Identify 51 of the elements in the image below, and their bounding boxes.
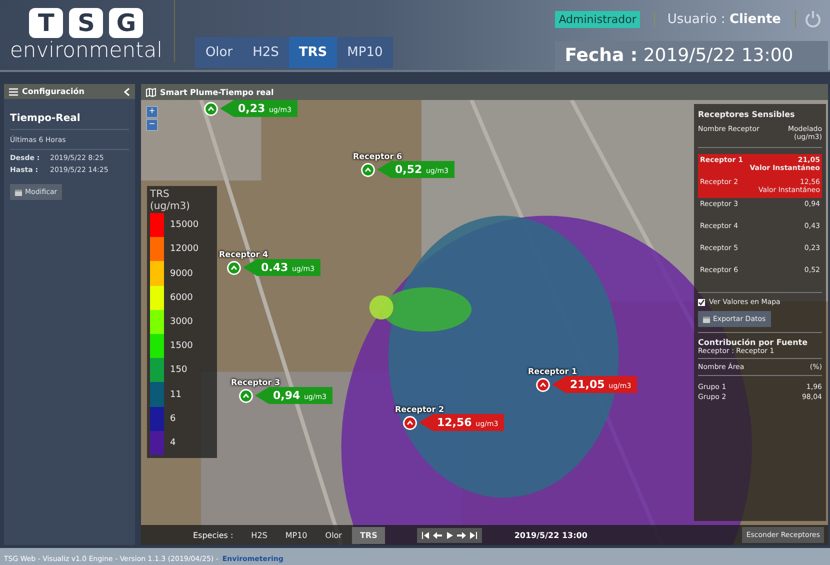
logo-letter: T xyxy=(29,8,64,38)
logo-wordmark: environmental xyxy=(10,40,162,61)
sidebar-title: Configuración xyxy=(22,87,86,96)
mode-title: Tiempo-Real xyxy=(10,107,129,130)
receptor-label: Receptor 2 xyxy=(395,405,446,414)
step-back-icon[interactable] xyxy=(433,530,442,540)
logo-letter: G xyxy=(109,8,144,38)
legend-label: 15000 xyxy=(170,220,199,230)
zoom-out-button[interactable]: − xyxy=(146,119,158,131)
legend-label: 4 xyxy=(170,438,176,448)
play-icon[interactable] xyxy=(445,530,454,540)
species-label: Especies : xyxy=(193,530,234,540)
receptor-label: Receptor 4 xyxy=(219,250,270,259)
species-tab[interactable]: TRS xyxy=(288,37,338,68)
species-button[interactable]: H2S xyxy=(243,526,276,544)
legend-title: TRS xyxy=(150,189,170,201)
role-badge: Administrador xyxy=(554,10,640,28)
calendar-icon xyxy=(703,316,710,322)
logo-letter: S xyxy=(69,8,104,38)
legend-label: 11 xyxy=(170,390,182,400)
skip-forward-icon[interactable] xyxy=(469,530,478,540)
zoom-in-button[interactable]: + xyxy=(146,106,158,118)
legend-label: 1500 xyxy=(170,341,193,352)
calendar-icon xyxy=(15,188,22,196)
legend-label: 150 xyxy=(170,365,188,376)
legend-label: 9000 xyxy=(170,268,193,278)
species-button[interactable]: Olor xyxy=(317,526,350,544)
user-label: Usuario : Cliente xyxy=(654,12,781,26)
species-tab[interactable]: Olor xyxy=(195,37,243,68)
checkbox[interactable] xyxy=(698,298,705,306)
legend-unit: (ug/m3) xyxy=(150,201,191,213)
legend-label: 6 xyxy=(170,414,176,424)
legend-label: 12000 xyxy=(170,244,199,254)
collapse-icon[interactable] xyxy=(124,88,130,96)
species-tab[interactable]: MP10 xyxy=(337,37,393,68)
map-title: Smart Plume-Tiempo real xyxy=(160,88,274,96)
current-time: 2019/5/22 13:00 xyxy=(514,530,588,540)
receptor-label: Receptor 3 xyxy=(231,378,282,387)
species-tab[interactable]: H2S xyxy=(242,37,289,68)
receptor-label: Receptor 6 xyxy=(353,152,404,161)
step-forward-icon[interactable] xyxy=(457,530,466,540)
species-button[interactable]: MP10 xyxy=(277,526,316,544)
skip-back-icon[interactable] xyxy=(421,530,430,540)
legend-label: 6000 xyxy=(170,292,193,303)
panel-title: Receptores Sensibles xyxy=(698,110,796,119)
section-title: Contribución por Fuente xyxy=(698,332,822,347)
map-icon xyxy=(146,88,156,96)
species-button[interactable]: TRS xyxy=(352,526,386,544)
legend-label: 3000 xyxy=(170,316,193,327)
date-display: Fecha : 2019/5/22 13:00 xyxy=(554,41,828,70)
receptor-label: Receptor 1 xyxy=(528,367,578,376)
